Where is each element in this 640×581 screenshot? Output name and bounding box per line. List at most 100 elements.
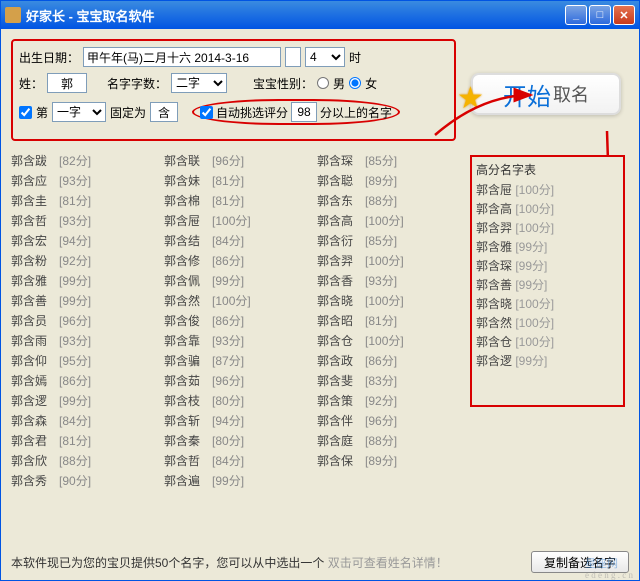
watermark: 星座网e d e n g . c n	[585, 555, 633, 579]
name-item[interactable]: 郭含圭 [81分]	[11, 191, 150, 211]
highscore-item[interactable]: 郭含琛 [99分]	[476, 257, 619, 276]
highscore-item[interactable]: 郭含高 [100分]	[476, 200, 619, 219]
gender-female-radio[interactable]	[349, 77, 361, 89]
fix-position-checkbox[interactable]	[19, 106, 32, 119]
highscore-item[interactable]: 郭含屉 [100分]	[476, 181, 619, 200]
name-item[interactable]: 郭含结 [84分]	[164, 231, 303, 251]
name-item[interactable]: 郭含晓 [100分]	[317, 291, 456, 311]
name-item[interactable]: 郭含斐 [83分]	[317, 371, 456, 391]
charcount-select[interactable]: 二字	[171, 73, 227, 93]
name-item[interactable]: 郭含羿 [100分]	[317, 251, 456, 271]
input-form: 出生日期： 4 时 姓： 名字字数： 二字 宝宝性别： 男 女	[11, 39, 456, 141]
auto-filter-suffix: 分以上的名字	[320, 104, 392, 121]
name-item[interactable]: 郭含琛 [85分]	[317, 151, 456, 171]
footer: 本软件现已为您的宝贝提供50个名字，您可以从中选出一个 双击可查看姓名详情！ 复…	[11, 551, 629, 573]
name-item[interactable]: 郭含粉 [92分]	[11, 251, 150, 271]
highscore-item[interactable]: 郭含善 [99分]	[476, 276, 619, 295]
birthdate-input[interactable]	[83, 47, 281, 67]
name-item[interactable]: 郭含庭 [88分]	[317, 431, 456, 451]
name-item[interactable]: 郭含逻 [99分]	[11, 391, 150, 411]
names-list[interactable]: 郭含跋 [82分]郭含应 [93分]郭含圭 [81分]郭含哲 [93分]郭含宏 …	[11, 151, 456, 511]
gender-label: 宝宝性别：	[253, 75, 313, 92]
name-item[interactable]: 郭含屉 [100分]	[164, 211, 303, 231]
fix-char-input[interactable]	[150, 102, 178, 122]
name-item[interactable]: 郭含衍 [85分]	[317, 231, 456, 251]
name-item[interactable]: 郭含茹 [96分]	[164, 371, 303, 391]
name-item[interactable]: 郭含骗 [87分]	[164, 351, 303, 371]
name-item[interactable]: 郭含雅 [99分]	[11, 271, 150, 291]
name-item[interactable]: 郭含俊 [86分]	[164, 311, 303, 331]
footer-hint: 双击可查看姓名详情！	[328, 556, 448, 570]
minimize-button[interactable]: _	[565, 5, 587, 25]
name-item[interactable]: 郭含嫣 [86分]	[11, 371, 150, 391]
auto-filter-label: 自动挑选评分	[216, 104, 288, 121]
highscore-panel: 高分名字表 郭含屉 [100分]郭含高 [100分]郭含羿 [100分]郭含雅 …	[470, 155, 625, 407]
name-item[interactable]: 郭含森 [84分]	[11, 411, 150, 431]
highscore-item[interactable]: 郭含仓 [100分]	[476, 333, 619, 352]
name-item[interactable]: 郭含欣 [88分]	[11, 451, 150, 471]
name-item[interactable]: 郭含高 [100分]	[317, 211, 456, 231]
highscore-item[interactable]: 郭含然 [100分]	[476, 314, 619, 333]
name-item[interactable]: 郭含政 [86分]	[317, 351, 456, 371]
name-item[interactable]: 郭含策 [92分]	[317, 391, 456, 411]
highscore-item[interactable]: 郭含羿 [100分]	[476, 219, 619, 238]
name-item[interactable]: 郭含哲 [93分]	[11, 211, 150, 231]
name-item[interactable]: 郭含仓 [100分]	[317, 331, 456, 351]
name-item[interactable]: 郭含遍 [99分]	[164, 471, 303, 491]
name-item[interactable]: 郭含枝 [80分]	[164, 391, 303, 411]
name-item[interactable]: 郭含佩 [99分]	[164, 271, 303, 291]
auto-filter-group: 自动挑选评分 分以上的名字	[192, 99, 400, 125]
auto-filter-checkbox[interactable]	[200, 106, 213, 119]
fix-label: 固定为	[110, 104, 146, 121]
star-icon: ★	[457, 81, 484, 116]
name-item[interactable]: 郭含哲 [84分]	[164, 451, 303, 471]
hour-select[interactable]: 4	[305, 47, 345, 67]
male-label: 男	[333, 75, 345, 92]
name-item[interactable]: 郭含昭 [81分]	[317, 311, 456, 331]
title-bar: 好家长 - 宝宝取名软件 _ □ ✕	[1, 1, 639, 29]
highscore-item[interactable]: 郭含逻 [99分]	[476, 352, 619, 371]
name-item[interactable]: 郭含仰 [95分]	[11, 351, 150, 371]
name-item[interactable]: 郭含修 [86分]	[164, 251, 303, 271]
name-item[interactable]: 郭含应 [93分]	[11, 171, 150, 191]
name-item[interactable]: 郭含秀 [90分]	[11, 471, 150, 491]
name-item[interactable]: 郭含伴 [96分]	[317, 411, 456, 431]
highscore-item[interactable]: 郭含雅 [99分]	[476, 238, 619, 257]
gender-male-radio[interactable]	[317, 77, 329, 89]
maximize-button[interactable]: □	[589, 5, 611, 25]
name-item[interactable]: 郭含宏 [94分]	[11, 231, 150, 251]
app-window: 好家长 - 宝宝取名软件 _ □ ✕ 出生日期： 4 时 姓： 名字字数： 二字	[0, 0, 640, 581]
highscore-list[interactable]: 郭含屉 [100分]郭含高 [100分]郭含羿 [100分]郭含雅 [99分]郭…	[476, 181, 619, 371]
start-big: 开始	[503, 77, 551, 112]
surname-input[interactable]	[47, 73, 87, 93]
position-select[interactable]: 一字	[52, 102, 106, 122]
name-item[interactable]: 郭含香 [93分]	[317, 271, 456, 291]
app-icon	[5, 7, 21, 23]
name-item[interactable]: 郭含聪 [89分]	[317, 171, 456, 191]
name-item[interactable]: 郭含雨 [93分]	[11, 331, 150, 351]
auto-filter-score[interactable]	[291, 102, 317, 122]
name-item[interactable]: 郭含东 [88分]	[317, 191, 456, 211]
name-item[interactable]: 郭含君 [81分]	[11, 431, 150, 451]
highscore-item[interactable]: 郭含晓 [100分]	[476, 295, 619, 314]
birthdate-label: 出生日期：	[19, 49, 79, 66]
name-item[interactable]: 郭含然 [100分]	[164, 291, 303, 311]
close-button[interactable]: ✕	[613, 5, 635, 25]
surname-label: 姓：	[19, 75, 43, 92]
name-item[interactable]: 郭含善 [99分]	[11, 291, 150, 311]
name-item[interactable]: 郭含斩 [94分]	[164, 411, 303, 431]
calendar-button[interactable]	[285, 47, 301, 67]
footer-message: 本软件现已为您的宝贝提供50个名字，您可以从中选出一个 双击可查看姓名详情！	[11, 554, 525, 571]
name-item[interactable]: 郭含棉 [81分]	[164, 191, 303, 211]
hour-suffix: 时	[349, 49, 361, 66]
charcount-label: 名字字数：	[107, 75, 167, 92]
name-item[interactable]: 郭含妹 [81分]	[164, 171, 303, 191]
start-small: 取名	[553, 81, 589, 107]
name-item[interactable]: 郭含秦 [80分]	[164, 431, 303, 451]
name-item[interactable]: 郭含联 [96分]	[164, 151, 303, 171]
start-button[interactable]: ★ 开始 取名	[471, 73, 621, 115]
name-item[interactable]: 郭含保 [89分]	[317, 451, 456, 471]
name-item[interactable]: 郭含跋 [82分]	[11, 151, 150, 171]
name-item[interactable]: 郭含员 [96分]	[11, 311, 150, 331]
name-item[interactable]: 郭含靠 [93分]	[164, 331, 303, 351]
